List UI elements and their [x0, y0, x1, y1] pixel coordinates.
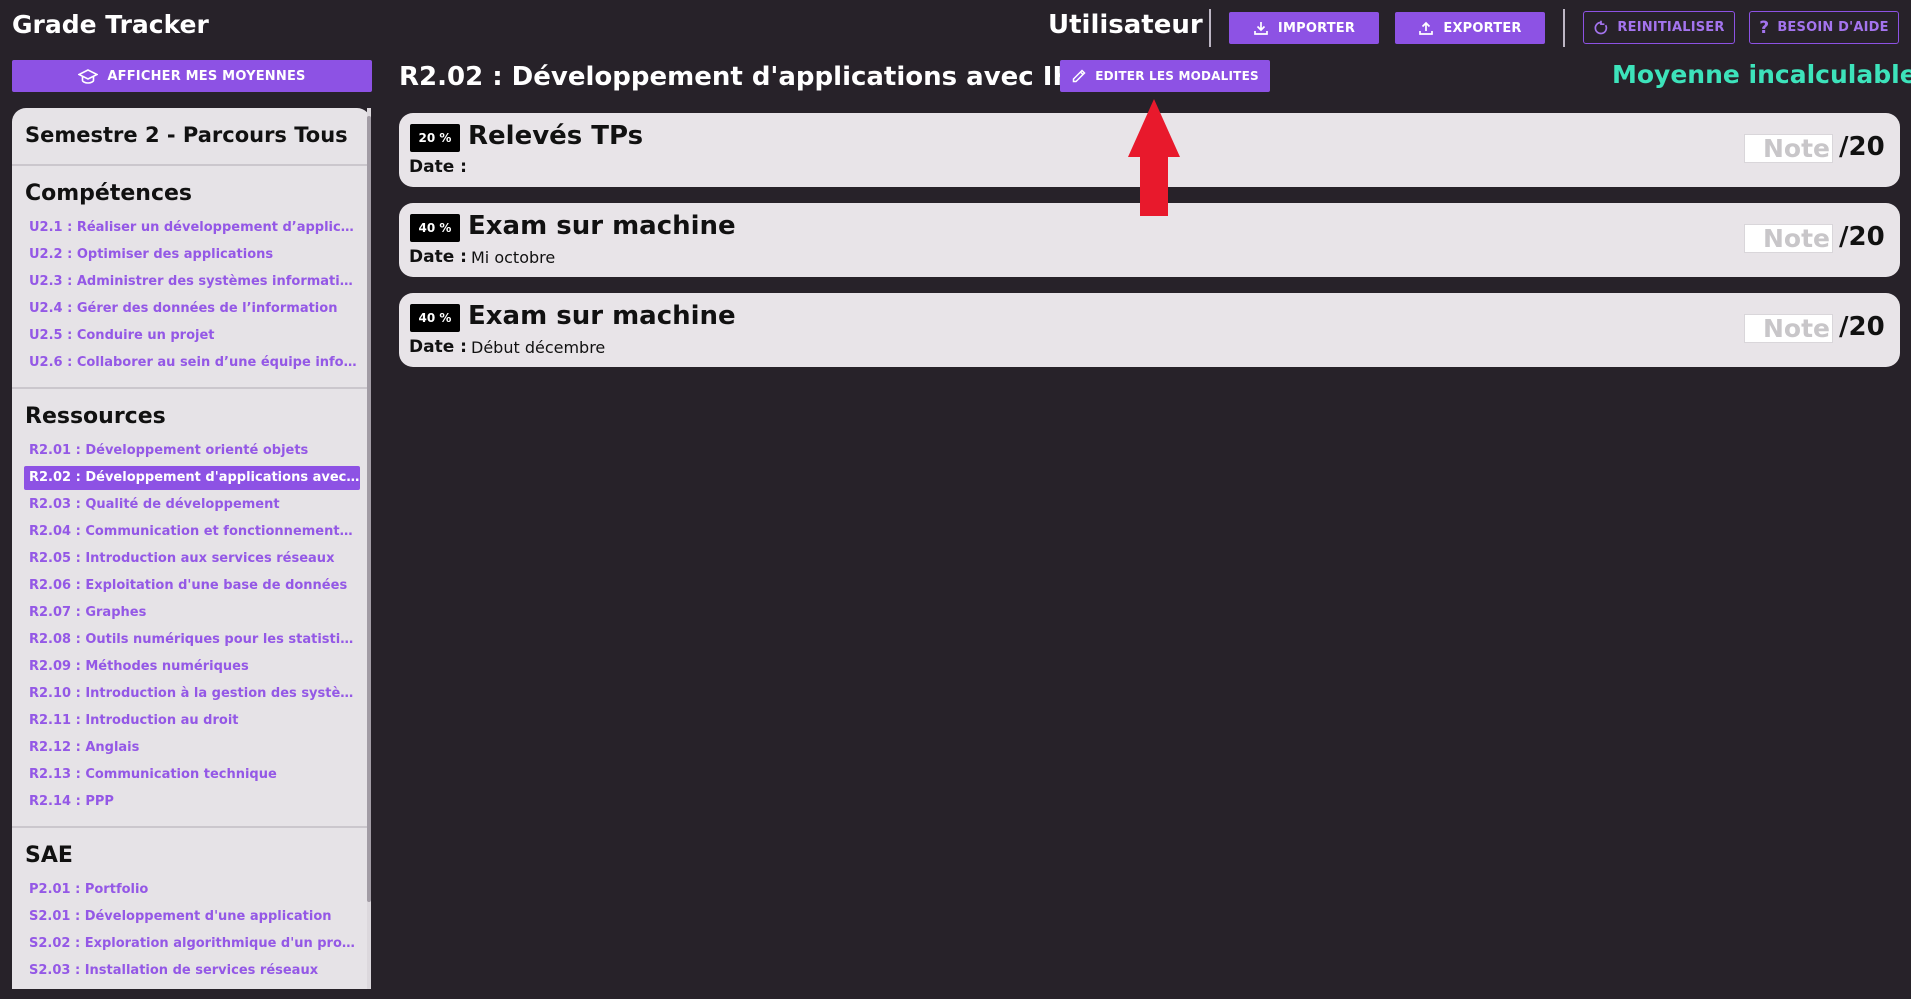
note-input[interactable]	[1744, 134, 1833, 163]
evaluation-title: Exam sur machine	[468, 211, 736, 241]
sidebar-item-r2-01[interactable]: R2.01 : Développement orienté objets	[24, 439, 357, 463]
question-icon: ?	[1759, 17, 1770, 38]
header-divider	[1209, 9, 1211, 47]
sidebar-item-p2-01[interactable]: P2.01 : Portfolio	[24, 878, 357, 902]
export-label: EXPORTER	[1443, 20, 1522, 36]
pencil-icon	[1072, 69, 1086, 83]
sidebar: Semestre 2 - Parcours Tous Compétences U…	[12, 108, 371, 989]
refresh-icon	[1594, 20, 1608, 34]
evaluation-card: 40 % Exam sur machine Date : Début décem…	[399, 293, 1900, 367]
user-label: Utilisateur	[1048, 10, 1203, 40]
note-max: /20	[1839, 312, 1885, 342]
sidebar-item-s2-01[interactable]: S2.01 : Développement d'une application	[24, 905, 357, 929]
sidebar-item-r2-05[interactable]: R2.05 : Introduction aux services réseau…	[24, 547, 357, 571]
note-input[interactable]	[1744, 224, 1833, 253]
evaluation-title: Exam sur machine	[468, 301, 736, 331]
evaluation-title: Relevés TPs	[468, 121, 644, 151]
divider	[12, 164, 368, 166]
edit-modalities-label: EDITER LES MODALITES	[1095, 69, 1259, 83]
note-max: /20	[1839, 132, 1885, 162]
sidebar-item-u2-5[interactable]: U2.5 : Conduire un projet	[24, 324, 357, 348]
divider	[12, 387, 368, 389]
app-title: Grade Tracker	[12, 10, 209, 39]
show-averages-label: AFFICHER MES MOYENNES	[107, 68, 306, 84]
sidebar-item-r2-03[interactable]: R2.03 : Qualité de développement	[24, 493, 357, 517]
import-label: IMPORTER	[1277, 20, 1356, 36]
section-heading-ressources: Ressources	[25, 404, 166, 429]
red-arrow-annotation	[1128, 99, 1180, 216]
sidebar-item-r2-07[interactable]: R2.07 : Graphes	[24, 601, 357, 625]
course-title: R2.02 : Développement d'applications ave…	[399, 62, 1101, 92]
sidebar-item-r2-08[interactable]: R2.08 : Outils numériques pour les stati…	[24, 628, 357, 652]
sidebar-item-s2-03[interactable]: S2.03 : Installation de services réseaux	[24, 959, 357, 983]
sidebar-item-r2-13[interactable]: R2.13 : Communication technique	[24, 763, 357, 787]
semester-title: Semestre 2 - Parcours Tous	[25, 123, 348, 147]
date-label: Date :	[409, 247, 467, 267]
sidebar-item-r2-02[interactable]: R2.02 : Développement d'applications ave…	[24, 466, 360, 490]
average-status: Moyenne incalculable	[1612, 60, 1911, 89]
edit-modalities-button[interactable]: EDITER LES MODALITES	[1060, 60, 1270, 92]
sidebar-item-r2-06[interactable]: R2.06 : Exploitation d'une base de donné…	[24, 574, 357, 598]
reset-button[interactable]: REINITIALISER	[1583, 11, 1735, 44]
import-button[interactable]: IMPORTER	[1229, 12, 1379, 44]
sidebar-item-r2-10[interactable]: R2.10 : Introduction à la gestion des sy…	[24, 682, 357, 706]
weight-badge: 40 %	[410, 304, 460, 332]
export-button[interactable]: EXPORTER	[1395, 12, 1545, 44]
header-divider-2	[1563, 9, 1565, 47]
divider	[12, 826, 368, 828]
section-heading-competences: Compétences	[25, 181, 193, 206]
date-label: Date :	[409, 337, 467, 357]
sidebar-item-r2-14[interactable]: R2.14 : PPP	[24, 790, 357, 814]
date-label: Date :	[409, 157, 467, 177]
sidebar-item-s2-02[interactable]: S2.02 : Exploration algorithmique d'un p…	[24, 932, 357, 956]
sidebar-item-u2-2[interactable]: U2.2 : Optimiser des applications	[24, 243, 357, 267]
note-input[interactable]	[1744, 314, 1833, 343]
sidebar-item-u2-3[interactable]: U2.3 : Administrer des systèmes informat…	[24, 270, 357, 294]
sidebar-item-r2-09[interactable]: R2.09 : Méthodes numériques	[24, 655, 357, 679]
reset-label: REINITIALISER	[1617, 20, 1725, 35]
help-label: BESOIN D'AIDE	[1777, 20, 1889, 35]
download-icon	[1254, 22, 1268, 35]
section-heading-sae: SAE	[25, 843, 73, 868]
help-button[interactable]: ? BESOIN D'AIDE	[1749, 11, 1899, 44]
evaluation-date: Mi octobre	[471, 248, 556, 267]
evaluation-date: Début décembre	[471, 338, 606, 357]
sidebar-item-r2-04[interactable]: R2.04 : Communication et fonctionnement …	[24, 520, 357, 544]
weight-badge: 40 %	[410, 214, 460, 242]
sidebar-item-u2-4[interactable]: U2.4 : Gérer des données de l’informatio…	[24, 297, 357, 321]
note-max: /20	[1839, 222, 1885, 252]
sidebar-item-r2-11[interactable]: R2.11 : Introduction au droit	[24, 709, 357, 733]
graduation-cap-icon	[78, 69, 99, 84]
show-averages-button[interactable]: AFFICHER MES MOYENNES	[12, 60, 372, 92]
upload-icon	[1419, 21, 1434, 35]
sidebar-item-u2-1[interactable]: U2.1 : Réaliser un développement d’appli…	[24, 216, 357, 240]
sidebar-item-r2-12[interactable]: R2.12 : Anglais	[24, 736, 357, 760]
sidebar-item-u2-6[interactable]: U2.6 : Collaborer au sein d’une équipe i…	[24, 351, 357, 375]
weight-badge: 20 %	[410, 124, 460, 152]
sidebar-scrollbar-thumb[interactable]	[367, 116, 371, 902]
